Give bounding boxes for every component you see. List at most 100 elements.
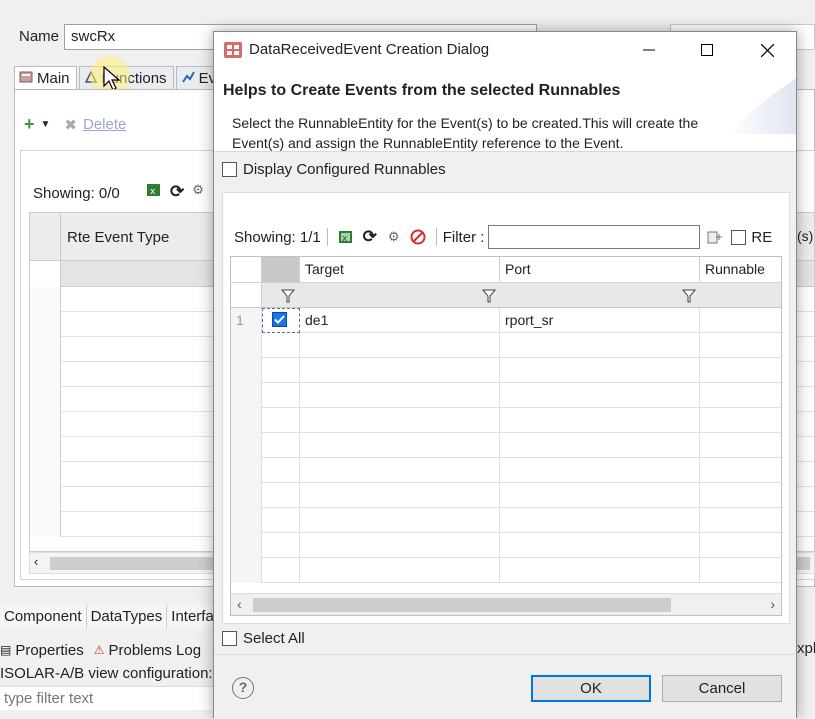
dialog-title: DataReceivedEvent Creation Dialog xyxy=(249,41,490,58)
filter-input[interactable] xyxy=(488,225,701,249)
row-select-cell[interactable] xyxy=(262,308,300,333)
properties-icon: ▤ xyxy=(0,643,12,657)
display-configured-row: Display Configured Runnables xyxy=(222,161,446,178)
dialog-footer: ? OK Cancel xyxy=(214,654,796,719)
scrollbar-thumb[interactable] xyxy=(253,598,671,612)
view-configuration-label: ISOLAR-A/B view configuration: xyxy=(0,665,213,682)
runnables-table: Target Port Runnable 1 de1 rport_sr ‹ › xyxy=(230,256,782,616)
background-table-toolbar: x ⟳ ⚙ xyxy=(146,182,204,202)
clear-filter-icon[interactable] xyxy=(409,228,427,246)
select-column-header[interactable] xyxy=(262,257,300,282)
header-decoration-graphic xyxy=(726,78,796,134)
dialog-table-toolbar: Showing: 1/1 x ⟳ ⚙ Filter : RE xyxy=(234,225,794,249)
filter-funnel-icon[interactable] xyxy=(682,289,696,303)
scroll-left-icon[interactable]: ‹ xyxy=(237,596,242,612)
column-target[interactable]: Target xyxy=(300,257,500,282)
empty-table-row xyxy=(231,383,781,408)
regex-checkbox[interactable] xyxy=(731,229,747,245)
display-configured-label: Display Configured Runnables xyxy=(243,161,446,178)
empty-table-row xyxy=(231,483,781,508)
table-row[interactable]: 1 de1 rport_sr xyxy=(231,308,781,333)
toolbar-separator xyxy=(326,228,328,246)
filter-options-icon[interactable] xyxy=(706,228,724,246)
problems-icon: ⚠ xyxy=(93,643,105,657)
tab-main-label: Main xyxy=(37,70,70,87)
view-tabs: ▤ Properties ⚠ Problems Log xyxy=(0,638,201,662)
select-all-label: Select All xyxy=(243,630,305,647)
dialog-showing-count: Showing: 1/1 xyxy=(234,228,321,246)
delete-link[interactable]: Delete xyxy=(83,116,126,133)
dialog-app-icon xyxy=(224,42,242,58)
cell-port: rport_sr xyxy=(500,308,700,333)
filter-settings-icon[interactable]: ⚙ xyxy=(192,182,204,202)
background-showing-count: Showing: 0/0 xyxy=(33,185,120,202)
background-right-tab-stub: xpl xyxy=(797,640,815,657)
row-number-header xyxy=(231,257,262,282)
column-runnable[interactable]: Runnable xyxy=(700,257,781,282)
events-icon xyxy=(181,70,195,88)
close-icon xyxy=(760,43,774,57)
column-port[interactable]: Port xyxy=(500,257,700,282)
events-toolbar: + ▼ ✖ Delete xyxy=(24,114,126,135)
maximize-icon xyxy=(701,44,713,56)
dialog-header-banner: Helps to Create Events from the selected… xyxy=(214,68,796,152)
empty-table-row xyxy=(231,333,781,358)
cell-runnable xyxy=(700,308,781,333)
tab-main[interactable]: Main xyxy=(14,66,77,90)
empty-table-row xyxy=(231,408,781,433)
tab-problems-log-label: Problems Log xyxy=(108,641,202,659)
component-icon xyxy=(19,70,33,88)
cell-target: de1 xyxy=(300,308,500,333)
delete-icon[interactable]: ✖ xyxy=(64,116,77,134)
display-configured-checkbox[interactable] xyxy=(222,162,237,177)
data-received-event-dialog: DataReceivedEvent Creation Dialog Helps … xyxy=(213,31,797,719)
refresh-icon[interactable]: ⟳ xyxy=(361,227,379,246)
name-label: Name xyxy=(19,28,60,45)
maximize-button[interactable] xyxy=(684,32,730,68)
background-right-column-stub: (s) xyxy=(797,228,814,244)
excel-export-icon[interactable]: x xyxy=(146,182,162,202)
select-all-row: Select All xyxy=(222,630,305,647)
tab-datatypes[interactable]: DataTypes xyxy=(86,605,168,629)
svg-text:x: x xyxy=(150,187,156,197)
empty-table-row xyxy=(231,433,781,458)
dialog-horizontal-scrollbar[interactable]: ‹ › xyxy=(231,593,781,615)
add-dropdown-icon[interactable]: ▼ xyxy=(41,119,51,130)
filter-funnel-icon[interactable] xyxy=(482,289,496,303)
empty-table-row xyxy=(231,358,781,383)
row-number: 1 xyxy=(231,308,262,333)
dialog-titlebar[interactable]: DataReceivedEvent Creation Dialog xyxy=(214,32,796,68)
tab-problems-log[interactable]: ⚠ Problems Log xyxy=(94,642,201,659)
close-button[interactable] xyxy=(744,32,790,68)
editor-bottom-tabs: Component DataTypes Interfac xyxy=(0,605,227,629)
empty-table-row xyxy=(231,458,781,483)
dialog-header-description: Select the RunnableEntity for the Event(… xyxy=(232,115,699,151)
toolbar-separator xyxy=(435,228,437,246)
select-all-checkbox[interactable] xyxy=(222,631,237,646)
cancel-button[interactable]: Cancel xyxy=(662,675,782,702)
scroll-right-icon[interactable]: › xyxy=(770,596,775,612)
excel-export-icon[interactable]: x xyxy=(337,228,355,246)
table-filter-row xyxy=(231,283,781,308)
filter-label: Filter : xyxy=(442,228,485,246)
checkbox-checked-icon[interactable] xyxy=(272,312,287,327)
ok-button[interactable]: OK xyxy=(531,675,651,702)
help-icon[interactable]: ? xyxy=(232,677,254,699)
filter-funnel-icon[interactable] xyxy=(281,289,295,303)
tab-component[interactable]: Component xyxy=(0,605,87,629)
svg-text:x: x xyxy=(342,234,348,244)
empty-table-row xyxy=(231,508,781,533)
refresh-icon[interactable]: ⟳ xyxy=(170,182,184,202)
table-header-row: Target Port Runnable xyxy=(231,257,781,283)
empty-table-row xyxy=(231,533,781,558)
minimize-button[interactable] xyxy=(626,32,672,68)
tab-properties-label: Properties xyxy=(15,641,84,659)
filter-text-input[interactable]: type filter text xyxy=(0,686,240,710)
regex-label: RE xyxy=(751,228,773,246)
minimize-icon xyxy=(643,49,655,51)
empty-table-row xyxy=(231,558,781,583)
add-icon[interactable]: + xyxy=(24,114,35,135)
dialog-header-title: Helps to Create Events from the selected… xyxy=(223,82,621,99)
column-settings-icon[interactable]: ⚙ xyxy=(385,228,403,246)
tab-properties[interactable]: ▤ Properties xyxy=(0,642,84,659)
